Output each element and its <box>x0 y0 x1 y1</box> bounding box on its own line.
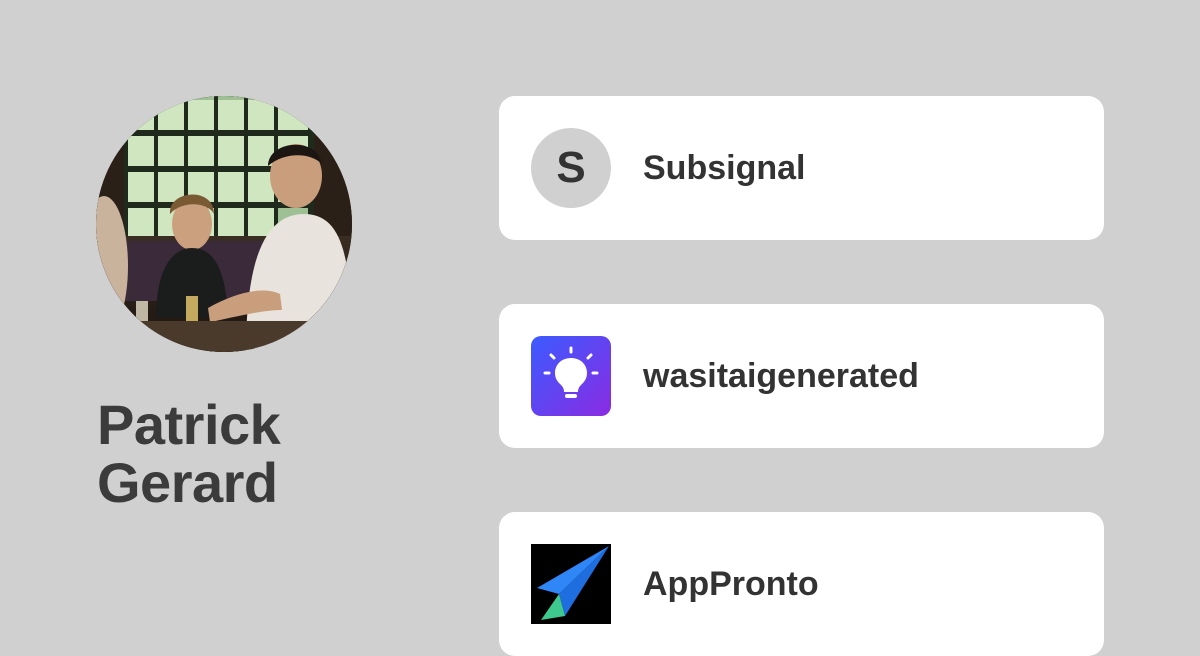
link-card-subsignal[interactable]: S Subsignal <box>499 96 1104 240</box>
profile-name: Patrick Gerard <box>97 396 427 512</box>
profile-avatar <box>96 96 352 352</box>
link-card-label: wasitaigenerated <box>643 357 919 395</box>
profile-first-name: Patrick <box>97 393 281 456</box>
paper-plane-icon <box>531 544 611 624</box>
link-card-label: AppPronto <box>643 565 819 603</box>
link-card-label: Subsignal <box>643 149 806 187</box>
lightbulb-icon <box>531 336 611 416</box>
letter-avatar-icon: S <box>531 128 611 208</box>
profile-photo-icon <box>96 96 352 352</box>
link-card-apppronto[interactable]: AppPronto <box>499 512 1104 656</box>
profile-last-name: Gerard <box>97 451 278 514</box>
link-card-wasitaigenerated[interactable]: wasitaigenerated <box>499 304 1104 448</box>
